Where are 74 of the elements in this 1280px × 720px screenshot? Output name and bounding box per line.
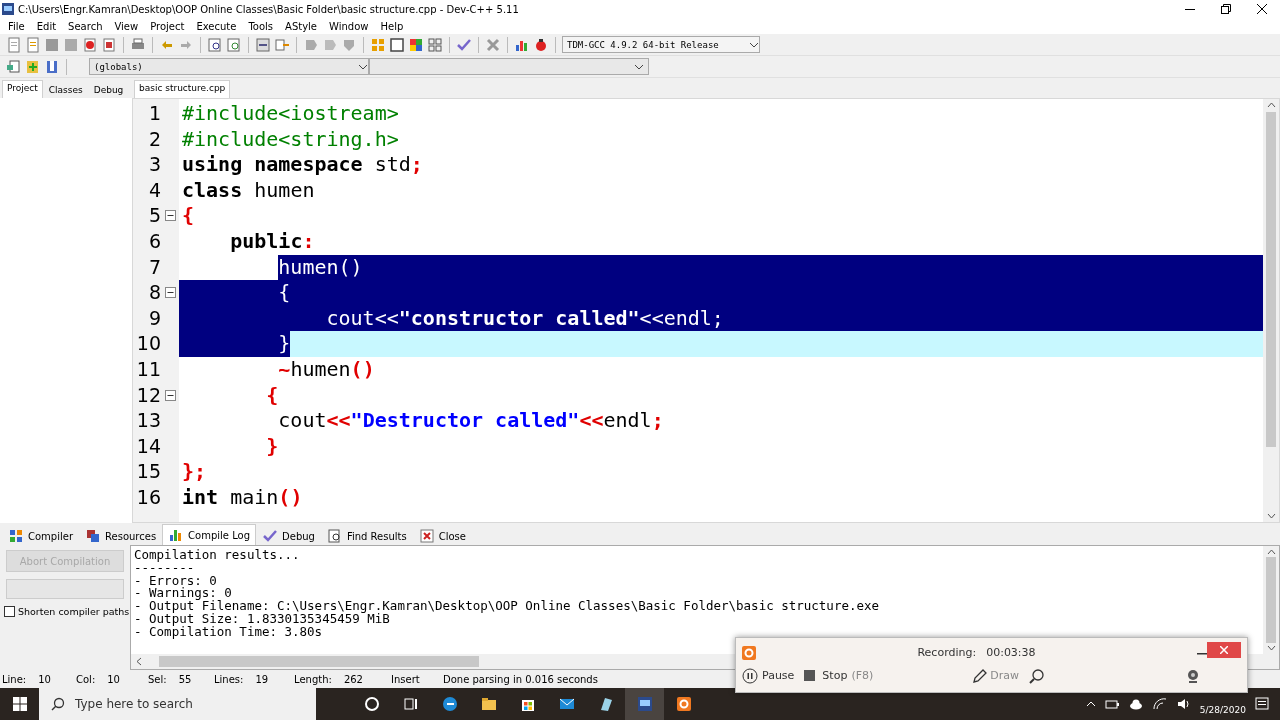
code-line: cout<<"constructor called"<<endl; [179,305,1263,332]
log-line: - Compilation Time: 3.80s [134,625,324,639]
taskbar-search-field[interactable]: Type here to search [39,688,316,720]
status-value: Insert [391,673,420,685]
panel-tab[interactable]: Project [2,80,43,98]
line-number: 4 [147,177,162,203]
status-value: 19 [255,673,269,685]
menu-item[interactable]: AStyle [279,20,324,32]
code-line: #include<string.h> [181,126,400,153]
line-number: 10 [135,331,162,357]
menu-item[interactable]: View [108,20,145,32]
recording-label: Recording: [917,646,977,660]
line-number: 16 [135,484,162,510]
checkbox-label: Shorten compiler paths [18,606,130,617]
line-number: 2 [147,126,162,152]
log-line: - Warnings: 0 [134,587,232,601]
stop-label[interactable]: Stop [822,669,848,683]
recording-timer: 00:03:38 [986,646,1036,660]
status-label: Line: [2,673,27,685]
menu-item[interactable]: Execute [190,20,243,32]
code-line: } [179,331,1263,357]
taskbar-date: 5/28/2020 [1199,705,1246,715]
menu-item[interactable]: Project [144,20,191,32]
line-number: 14 [135,433,162,459]
code-line: int main() [181,484,304,511]
line-number: 8 [147,280,162,306]
line-number: 1 [147,101,162,126]
status-label: Sel: [148,673,167,685]
log-line: - Output Size: 1.8330135345459 MiB [134,613,390,626]
status-label: Lines: [214,673,244,685]
menu-item[interactable]: File [2,20,31,32]
status-label: Col: [76,673,96,685]
menu-item[interactable]: Tools [242,20,280,32]
code-line: } [265,433,280,460]
file-tab[interactable]: basic structure.cpp [134,80,231,98]
code-line: class humen [181,177,316,204]
code-line: public: [229,228,316,255]
status-value: 10 [38,673,51,685]
code-line: cout<<"Destructor called"<<endl; [277,408,665,434]
code-line: #include<iostream> [181,101,400,127]
line-number: 7 [147,254,162,280]
code-line: { [181,203,196,229]
line-number: 12 [135,382,162,408]
log-line: - Output Filename: C:\Users\Engr.Kamran\Desktop\OOP Online Classes\Basic Folder\basic structure.exe [134,600,881,613]
line-number: 13 [135,408,162,434]
log-line: - Errors: 0 [134,574,218,588]
window-title: C:\Users\Engr.Kamran\Desktop\OOP Online Classes\Basic Folder\basic structure.cpp - Dev-C++ 5.11 [18,3,520,15]
status-value: Done parsing in 0.016 seconds [443,673,598,685]
menu-item[interactable]: Help [374,20,410,32]
shortcut-label: (F8) [851,669,874,683]
log-line: -------- [134,561,195,575]
line-number: 5 [147,203,162,229]
line-number: 11 [135,356,162,382]
line-number: 15 [135,459,162,485]
log-line: Compilation results... [134,549,301,562]
panel-tab[interactable]: Compile Log [162,524,257,545]
code-line: ~humen() [277,356,376,383]
status-value: 55 [178,673,192,685]
code-line: }; [181,459,208,485]
code-line: { [179,280,1263,306]
line-number: 9 [147,305,162,331]
menu-item[interactable]: Edit [30,20,63,32]
status-value: 10 [107,673,120,685]
menu-item[interactable]: Window [323,20,375,32]
code-line: using namespace std; [181,152,424,178]
line-number: 3 [147,152,162,178]
pause-label[interactable]: Pause [762,669,795,683]
status-value: 262 [343,673,363,685]
line-number: 6 [147,228,162,254]
menu-item[interactable]: Search [62,20,109,32]
scope-select[interactable]: (globals) [89,58,369,75]
status-label: Length: [294,673,332,685]
compiler-select[interactable]: TDM-GCC 4.9.2 64-bit Release [562,36,760,53]
code-line: { [265,382,280,409]
